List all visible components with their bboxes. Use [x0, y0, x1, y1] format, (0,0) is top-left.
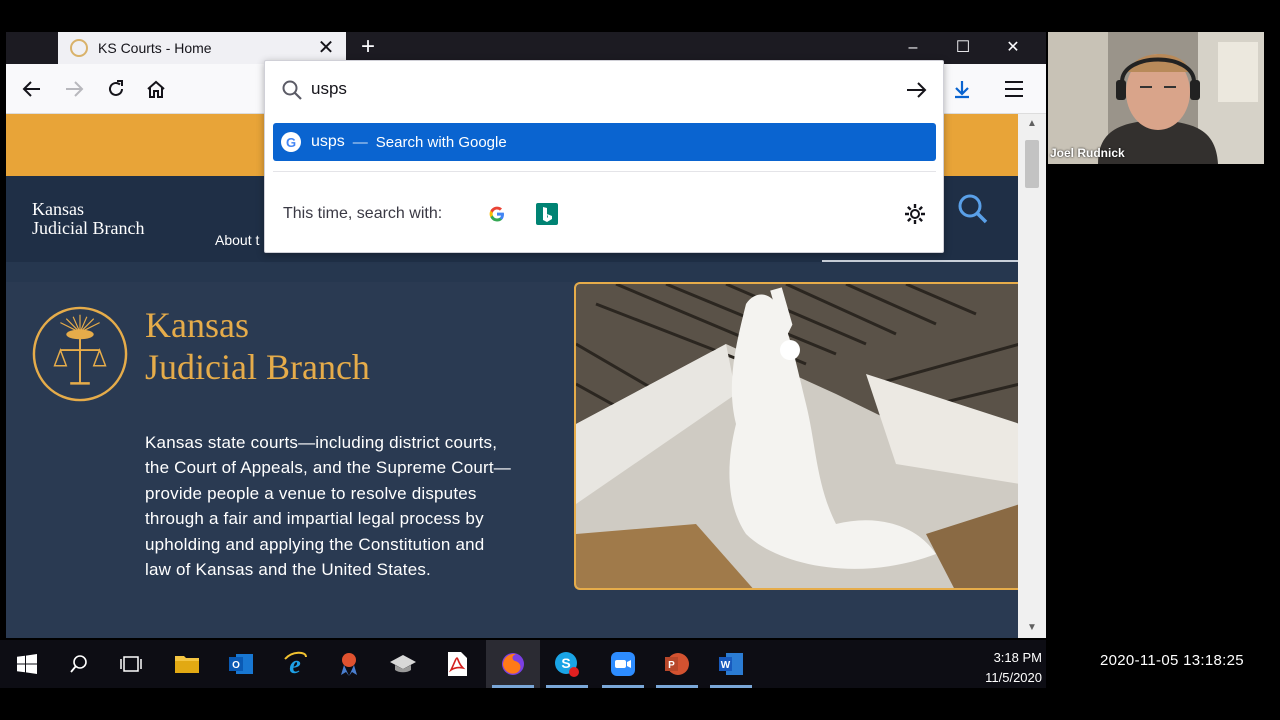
suggestion-query: usps	[311, 133, 345, 150]
maximize-button[interactable]: ☐	[940, 32, 986, 64]
windows-taskbar: O e S P W 3:18 PM 11/5/2020	[0, 640, 1046, 688]
zoom-icon	[611, 652, 635, 676]
running-indicator	[602, 685, 644, 688]
graduation-cap-icon	[390, 655, 416, 673]
screen: KS Courts - Home ✕ + – ☐ ✕ Kansas Judici…	[0, 0, 1280, 720]
statue-photo	[576, 284, 1018, 588]
taskbar-search-button[interactable]	[52, 640, 106, 688]
reload-button[interactable]	[100, 73, 132, 105]
running-indicator	[656, 685, 698, 688]
suggestion-search-google[interactable]: G usps — Search with Google	[273, 123, 936, 161]
arrow-left-icon	[22, 81, 40, 97]
search-icon	[70, 655, 87, 673]
internet-explorer-icon: e	[284, 651, 307, 677]
tab-title: KS Courts - Home	[98, 40, 212, 56]
menu-button[interactable]	[998, 73, 1030, 105]
search-icon	[958, 194, 988, 224]
forward-button[interactable]	[58, 73, 90, 105]
taskbar-file-explorer[interactable]	[160, 640, 214, 688]
taskbar-app-gradcap[interactable]	[376, 640, 430, 688]
hero-section: Kansas Judicial Branch Kansas state cour…	[6, 282, 1018, 638]
hamburger-icon	[1005, 81, 1023, 97]
arrow-right-icon	[66, 81, 84, 97]
clock-time: 3:18 PM	[993, 650, 1042, 665]
go-arrow-icon[interactable]	[905, 79, 929, 101]
site-logo[interactable]: Kansas Judicial Branch	[32, 200, 144, 238]
taskbar-acrobat[interactable]	[430, 640, 484, 688]
scroll-down-icon[interactable]: ▼	[1018, 618, 1046, 638]
downloads-button[interactable]	[946, 73, 978, 105]
taskbar-powerpoint[interactable]: P	[650, 640, 704, 688]
reload-icon	[109, 80, 123, 96]
windows-logo-icon	[17, 654, 37, 674]
taskbar-word[interactable]: W	[704, 640, 758, 688]
powerpoint-icon: P	[665, 653, 689, 675]
task-view-icon	[120, 656, 142, 672]
svg-text:S: S	[561, 655, 570, 671]
task-view-button[interactable]	[104, 640, 158, 688]
download-icon	[955, 81, 969, 99]
gear-icon[interactable]	[903, 202, 927, 226]
svg-text:O: O	[232, 660, 240, 671]
one-time-search-label: This time, search with:	[283, 205, 443, 222]
hero-title: Kansas Judicial Branch	[145, 305, 370, 387]
taskbar-skype[interactable]: S	[540, 640, 594, 688]
webcam-feed: Joel Rudnick	[1048, 32, 1264, 164]
firefox-icon	[502, 653, 524, 675]
folder-icon	[175, 656, 199, 673]
participant-name: Joel Rudnick	[1050, 146, 1125, 160]
address-query-text[interactable]: usps	[311, 79, 347, 99]
recording-timestamp: 2020-11-05 13:18:25	[1100, 652, 1244, 669]
suggestion-separator: —	[352, 133, 368, 151]
running-indicator	[710, 685, 752, 688]
taskbar-firefox[interactable]	[486, 640, 540, 688]
start-button[interactable]	[0, 640, 54, 688]
tab-close-icon[interactable]: ✕	[316, 38, 336, 58]
address-bar-dropdown: usps G usps — Search with Google This ti…	[264, 60, 944, 253]
pdf-icon	[448, 652, 467, 676]
search-icon	[282, 80, 302, 100]
site-favicon	[70, 39, 88, 57]
close-window-button[interactable]: ✕	[990, 32, 1036, 64]
webcam-video	[1048, 32, 1264, 164]
bing-icon	[536, 203, 558, 225]
hero-statue-image	[574, 282, 1018, 590]
scrollbar-thumb[interactable]	[1025, 140, 1039, 188]
engine-bing-button[interactable]	[535, 202, 559, 226]
google-icon	[489, 206, 504, 222]
search-underline	[822, 260, 1018, 262]
home-icon	[147, 80, 165, 98]
running-indicator	[546, 685, 588, 688]
judicial-seal-icon	[32, 306, 128, 402]
word-icon: W	[719, 653, 743, 675]
home-button[interactable]	[140, 73, 172, 105]
dropdown-divider	[273, 171, 936, 172]
address-input[interactable]: usps	[265, 61, 945, 117]
taskbar-zoom[interactable]	[596, 640, 650, 688]
taskbar-internet-explorer[interactable]: e	[268, 640, 322, 688]
clock-date: 11/5/2020	[985, 670, 1042, 685]
svg-text:W: W	[721, 660, 731, 671]
active-indicator	[492, 685, 534, 688]
back-button[interactable]	[16, 73, 48, 105]
suggestion-action: Search with Google	[375, 133, 507, 151]
skype-icon: S	[555, 652, 579, 677]
scroll-up-icon[interactable]: ▲	[1018, 114, 1046, 134]
svg-text:P: P	[668, 660, 675, 671]
google-icon: G	[281, 132, 301, 152]
ribbon-app-icon	[341, 653, 357, 676]
page-scrollbar[interactable]: ▲ ▼	[1018, 114, 1046, 638]
hero-description: Kansas state courts—including district c…	[145, 433, 512, 580]
nav-about-link[interactable]: About t	[215, 232, 259, 248]
outlook-icon: O	[229, 654, 253, 674]
engine-google-button[interactable]	[485, 202, 509, 226]
taskbar-outlook[interactable]: O	[214, 640, 268, 688]
system-clock[interactable]: 3:18 PM 11/5/2020	[960, 648, 1042, 688]
taskbar-app-ribbon[interactable]	[322, 640, 376, 688]
